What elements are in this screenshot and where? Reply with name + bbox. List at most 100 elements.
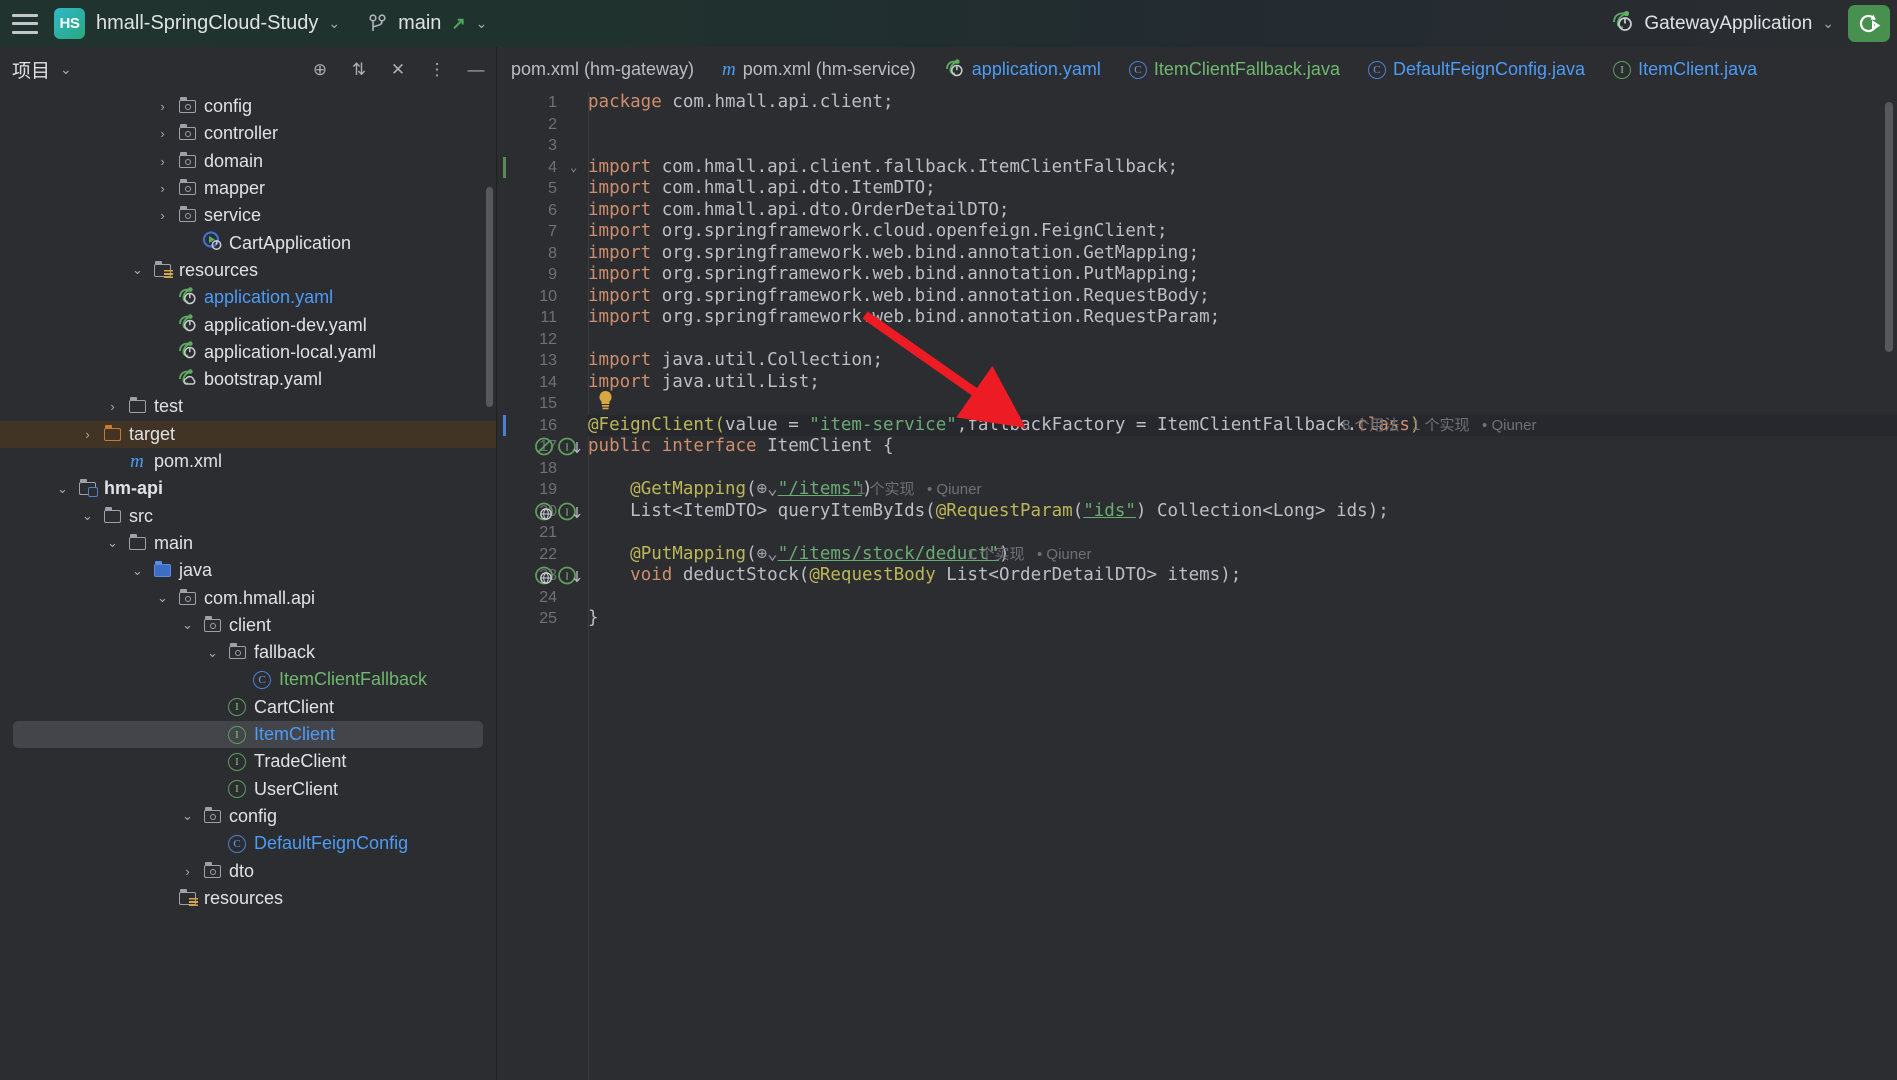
- main-menu-icon[interactable]: [12, 14, 38, 34]
- code-line-2[interactable]: 2: [497, 114, 1897, 136]
- code-line-12[interactable]: 12: [497, 329, 1897, 351]
- tree-node-bootstrap-yaml[interactable]: bootstrap.yaml: [0, 366, 496, 393]
- tree-node-resources[interactable]: ⌄resources: [0, 257, 496, 284]
- code-line-7[interactable]: 7import org.springframework.cloud.openfe…: [497, 221, 1897, 243]
- project-scrollbar[interactable]: [486, 187, 493, 407]
- tree-node-pom-xml[interactable]: mpom.xml: [0, 448, 496, 475]
- code-line-20[interactable]: 20I List<ItemDTO> queryItemByIds(@Reques…: [497, 501, 1897, 523]
- options-icon[interactable]: ⋮: [427, 60, 447, 80]
- branch-update-icon[interactable]: ↗: [451, 14, 465, 34]
- tree-node-config[interactable]: ⌄config: [0, 803, 496, 830]
- code-line-16[interactable]: 16@FeignClient(value = "item-service",fa…: [497, 415, 1897, 437]
- hide-panel-icon[interactable]: —: [466, 60, 486, 80]
- inlay-hint[interactable]: 1 个实现 • Qiuner: [857, 479, 981, 501]
- tree-node-main[interactable]: ⌄main: [0, 530, 496, 557]
- editor-tab-defaultfeignconfig-java[interactable]: CDefaultFeignConfig.java: [1354, 47, 1599, 92]
- chevron-down-icon-panel[interactable]: ⌄: [60, 61, 72, 78]
- branch-name[interactable]: main: [398, 12, 441, 35]
- editor-scrollbar[interactable]: [1885, 102, 1893, 352]
- chevron-down-icon-runcfg[interactable]: ⌄: [1822, 15, 1834, 32]
- gutter-web-implementation-icon[interactable]: I: [535, 566, 591, 585]
- chevron-down-icon[interactable]: ⌄: [328, 15, 340, 32]
- tree-node-service[interactable]: ›service: [0, 202, 496, 229]
- code-line-25[interactable]: 25}: [497, 608, 1897, 630]
- code-line-15[interactable]: 15: [497, 393, 1897, 415]
- run-configuration-selector[interactable]: GatewayApplication ⌄: [1610, 10, 1834, 38]
- code-line-23[interactable]: 23I void deductStock(@RequestBody List<O…: [497, 565, 1897, 587]
- code-line-6[interactable]: 6import com.hmall.api.dto.OrderDetailDTO…: [497, 200, 1897, 222]
- code-line-5[interactable]: 5import com.hmall.api.dto.ItemDTO;: [497, 178, 1897, 200]
- code-line-13[interactable]: 13import java.util.Collection;: [497, 350, 1897, 372]
- vcs-widget[interactable]: main ↗ ⌄: [368, 12, 487, 35]
- code-line-24[interactable]: 24: [497, 587, 1897, 609]
- code-line-18[interactable]: 18: [497, 458, 1897, 480]
- chevron-down-icon[interactable]: ⌄: [50, 481, 75, 497]
- tree-node-userclient[interactable]: IUserClient: [0, 776, 496, 803]
- tree-node-itemclientfallback[interactable]: CItemClientFallback: [0, 666, 496, 693]
- tree-node-resources[interactable]: resources: [0, 885, 496, 912]
- tree-node-application-yaml[interactable]: application.yaml: [0, 284, 496, 311]
- code-line-3[interactable]: 3: [497, 135, 1897, 157]
- chevron-right-icon[interactable]: ›: [75, 427, 100, 442]
- chevron-right-icon[interactable]: ›: [150, 99, 175, 114]
- chevron-down-icon[interactable]: ⌄: [175, 808, 200, 824]
- tree-node-cartapplication[interactable]: CartApplication: [0, 230, 496, 257]
- editor-tab-strip[interactable]: pom.xml (hm-gateway)mpom.xml (hm-service…: [497, 47, 1897, 92]
- code-line-22[interactable]: 22 @PutMapping(⊕⌄"/items/stock/deduct")1…: [497, 544, 1897, 566]
- tree-node-java[interactable]: ⌄java: [0, 557, 496, 584]
- tree-node-fallback[interactable]: ⌄fallback: [0, 639, 496, 666]
- tree-node-application-local-yaml[interactable]: application-local.yaml: [0, 339, 496, 366]
- inlay-hint[interactable]: 1 个实现 • Qiuner: [967, 544, 1091, 566]
- chevron-right-icon[interactable]: ›: [150, 208, 175, 223]
- tree-node-target[interactable]: ›target: [0, 421, 496, 448]
- gutter-web-implementation-icon[interactable]: I: [535, 502, 591, 521]
- code-line-11[interactable]: 11import org.springframework.web.bind.an…: [497, 307, 1897, 329]
- tree-node-defaultfeignconfig[interactable]: CDefaultFeignConfig: [0, 830, 496, 857]
- chevron-right-icon[interactable]: ›: [150, 181, 175, 196]
- editor-tab-pom-xml-hm-service-[interactable]: mpom.xml (hm-service): [708, 47, 930, 92]
- code-line-9[interactable]: 9import org.springframework.web.bind.ann…: [497, 264, 1897, 286]
- code-line-8[interactable]: 8import org.springframework.web.bind.ann…: [497, 243, 1897, 265]
- intention-bulb-icon[interactable]: [597, 390, 614, 411]
- tree-node-client[interactable]: ⌄client: [0, 612, 496, 639]
- tree-node-tradeclient[interactable]: ITradeClient: [0, 748, 496, 775]
- tree-node-domain[interactable]: ›domain: [0, 148, 496, 175]
- editor-tab-itemclientfallback-java[interactable]: CItemClientFallback.java: [1115, 47, 1354, 92]
- code-line-10[interactable]: 10import org.springframework.web.bind.an…: [497, 286, 1897, 308]
- code-line-1[interactable]: 1package com.hmall.api.client;: [497, 92, 1897, 114]
- chevron-down-icon[interactable]: ⌄: [150, 590, 175, 606]
- code-line-17[interactable]: 17Ipublic interface ItemClient {: [497, 436, 1897, 458]
- chevron-right-icon[interactable]: ›: [150, 154, 175, 169]
- tree-node-hm-api[interactable]: ⌄hm-api: [0, 475, 496, 502]
- rerun-button[interactable]: [1848, 5, 1890, 42]
- tree-node-config[interactable]: ›config: [0, 93, 496, 120]
- tree-node-controller[interactable]: ›controller: [0, 120, 496, 147]
- tree-node-src[interactable]: ⌄src: [0, 503, 496, 530]
- tree-node-mapper[interactable]: ›mapper: [0, 175, 496, 202]
- chevron-down-icon[interactable]: ⌄: [200, 645, 225, 661]
- inlay-hint[interactable]: 8 个用法 1 个实现 • Qiuner: [1342, 415, 1536, 437]
- code-line-4[interactable]: 4⌄import com.hmall.api.client.fallback.I…: [497, 157, 1897, 179]
- chevron-right-icon[interactable]: ›: [100, 399, 125, 414]
- code-line-19[interactable]: 19 @GetMapping(⊕⌄"/items")1 个实现 • Qiuner: [497, 479, 1897, 501]
- chevron-right-icon[interactable]: ›: [175, 864, 200, 879]
- locate-icon[interactable]: ⊕: [310, 60, 330, 80]
- chevron-down-icon[interactable]: ⌄: [125, 563, 150, 579]
- code-fold-icon[interactable]: ⌄: [570, 157, 577, 179]
- tree-node-com-hmall-api[interactable]: ⌄com.hmall.api: [0, 584, 496, 611]
- chevron-down-icon[interactable]: ⌄: [175, 617, 200, 633]
- editor-tab-application-yaml[interactable]: application.yaml: [930, 47, 1115, 92]
- project-tree[interactable]: ›config›controller›domain›mapper›service…: [0, 92, 496, 1080]
- run-configuration-name[interactable]: GatewayApplication: [1644, 13, 1812, 35]
- tree-node-application-dev-yaml[interactable]: application-dev.yaml: [0, 311, 496, 338]
- tree-node-dto[interactable]: ›dto: [0, 857, 496, 884]
- code-line-21[interactable]: 21: [497, 522, 1897, 544]
- expand-collapse-icon[interactable]: ⇅: [349, 60, 369, 80]
- code-line-14[interactable]: 14import java.util.List;: [497, 372, 1897, 394]
- editor-tab-itemclient-java[interactable]: IItemClient.java: [1599, 47, 1771, 92]
- collapse-all-icon[interactable]: ✕: [388, 60, 408, 80]
- chevron-down-icon[interactable]: ⌄: [75, 508, 100, 524]
- code-editor[interactable]: 1package com.hmall.api.client;234⌄import…: [497, 92, 1897, 1080]
- project-name[interactable]: hmall-SpringCloud-Study: [96, 12, 318, 35]
- chevron-down-icon[interactable]: ⌄: [125, 262, 150, 278]
